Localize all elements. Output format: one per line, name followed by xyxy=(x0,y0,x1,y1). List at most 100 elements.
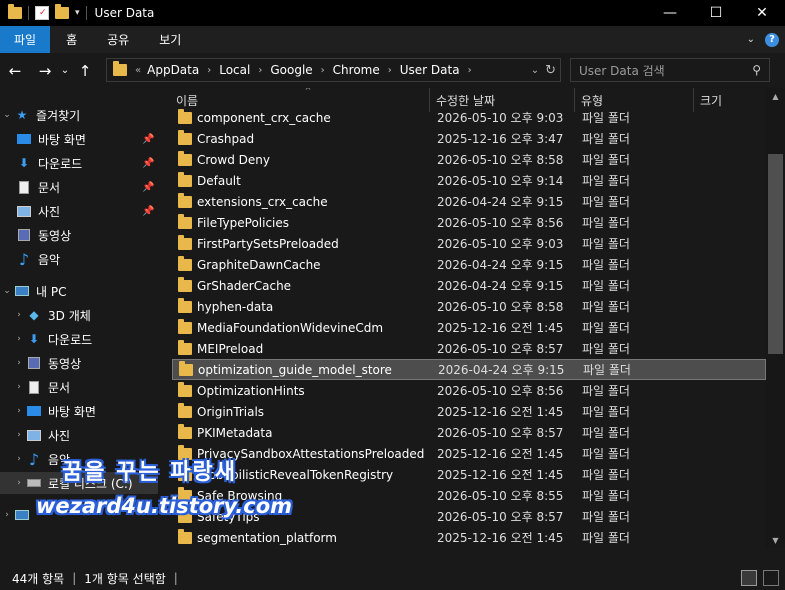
breadcrumb-chrome[interactable]: Chrome xyxy=(329,63,384,77)
file-type: 파일 폴더 xyxy=(582,216,630,230)
chevron-right-icon[interactable]: › xyxy=(464,65,476,76)
pin-icon[interactable]: 📌 xyxy=(142,182,154,193)
nav-pc-documents[interactable]: › 문서 xyxy=(12,376,70,398)
nav-documents[interactable]: 문서 xyxy=(16,176,60,198)
table-row[interactable]: segmentation_platform 2025-12-16 오전 1:45 파… xyxy=(172,527,766,548)
chevron-down-icon[interactable]: ⌄ xyxy=(0,286,14,296)
table-row[interactable]: FirstPartySetsPreloaded 2026-05-10 오후 9:0… xyxy=(172,233,766,254)
file-date: 2026-05-10 오후 8:58 xyxy=(437,153,564,167)
table-row[interactable]: GraphiteDawnCache 2026-04-24 오후 9:15 파일 폴더 xyxy=(172,254,766,275)
nav-pc-pictures[interactable]: › 사진 xyxy=(12,424,70,446)
back-icon[interactable]: ← xyxy=(4,60,26,82)
close-button[interactable]: ✕ xyxy=(739,0,785,26)
table-row[interactable]: hyphen-data 2026-05-10 오후 8:58 파일 폴더 xyxy=(172,296,766,317)
nav-3d-objects[interactable]: › ◆ 3D 개체 xyxy=(12,304,91,326)
customize-toolbar-icon[interactable]: ▾ xyxy=(75,8,80,18)
pin-icon[interactable]: 📌 xyxy=(142,206,154,217)
breadcrumb-local[interactable]: Local xyxy=(215,63,254,77)
tab-home[interactable]: 홈 xyxy=(50,26,93,53)
nav-desktop[interactable]: 바탕 화면 xyxy=(16,128,86,150)
overflow-crumb[interactable]: « xyxy=(133,65,143,76)
search-icon[interactable]: ⚲ xyxy=(752,63,761,77)
folder-icon xyxy=(178,108,192,124)
tab-view[interactable]: 보기 xyxy=(143,26,197,53)
breadcrumb-google[interactable]: Google xyxy=(266,63,316,77)
pin-icon[interactable]: 📌 xyxy=(142,158,154,169)
search-box[interactable]: User Data 검색 ⚲ xyxy=(570,58,770,82)
chevron-right-icon[interactable]: › xyxy=(12,478,26,488)
scroll-up-icon[interactable]: ▲ xyxy=(766,88,785,104)
chevron-right-icon[interactable]: › xyxy=(12,406,26,416)
nav-pc-downloads[interactable]: › ⬇ 다운로드 xyxy=(12,328,92,350)
file-type: 파일 폴더 xyxy=(582,132,630,146)
chevron-right-icon[interactable]: › xyxy=(203,65,215,76)
chevron-right-icon[interactable]: › xyxy=(12,382,26,392)
table-row[interactable]: MediaFoundationWidevineCdm 2025-12-16 오전 … xyxy=(172,317,766,338)
folder-icon xyxy=(178,150,192,166)
table-row[interactable]: MEIPreload 2026-05-10 오후 8:57 파일 폴더 xyxy=(172,338,766,359)
help-icon[interactable]: ? xyxy=(765,32,779,47)
chevron-down-icon[interactable]: ⌄ xyxy=(0,110,14,120)
recent-locations-icon[interactable]: ⌄ xyxy=(58,60,72,82)
minimize-button[interactable]: — xyxy=(647,0,693,26)
nav-music[interactable]: ♪ 음악 xyxy=(16,248,60,270)
file-type: 파일 폴더 xyxy=(582,426,630,440)
history-dropdown-icon[interactable]: ⌄ xyxy=(531,65,539,76)
new-folder-icon[interactable] xyxy=(55,4,69,19)
table-row[interactable]: GrShaderCache 2026-04-24 오후 9:15 파일 폴더 xyxy=(172,275,766,296)
chevron-right-icon[interactable]: › xyxy=(12,430,26,440)
properties-icon[interactable]: ✓ xyxy=(35,6,49,20)
nav-pictures[interactable]: 사진 xyxy=(16,200,60,222)
table-row[interactable]: PKIMetadata 2026-05-10 오후 8:57 파일 폴더 xyxy=(172,422,766,443)
table-row[interactable]: Crowd Deny 2026-05-10 오후 8:58 파일 폴더 xyxy=(172,149,766,170)
file-type: 파일 폴더 xyxy=(582,300,630,314)
chevron-right-icon[interactable]: › xyxy=(12,334,26,344)
scroll-down-icon[interactable]: ▼ xyxy=(766,532,785,548)
file-date: 2025-12-16 오전 1:45 xyxy=(437,531,564,545)
table-row[interactable]: optimization_guide_model_store 2026-04-24… xyxy=(172,359,766,380)
scroll-thumb[interactable] xyxy=(768,154,783,354)
file-date: 2026-04-24 오후 9:15 xyxy=(437,279,564,293)
tab-file[interactable]: 파일 xyxy=(0,26,51,53)
nav-pc-videos[interactable]: › 동영상 xyxy=(12,352,81,374)
vertical-scrollbar[interactable]: ▲ ▼ xyxy=(766,88,785,548)
sort-ascending-icon: ^ xyxy=(304,88,312,95)
nav-videos[interactable]: 동영상 xyxy=(16,224,71,246)
table-row[interactable]: extensions_crx_cache 2026-04-24 오후 9:15 파일… xyxy=(172,191,766,212)
table-row[interactable]: OriginTrials 2025-12-16 오전 1:45 파일 폴더 xyxy=(172,401,766,422)
document-icon xyxy=(26,380,42,394)
status-bar: 44개 항목 | 1개 항목 선택함 | xyxy=(0,566,785,590)
maximize-button[interactable]: ☐ xyxy=(693,0,739,26)
large-icons-view-icon[interactable] xyxy=(763,570,779,586)
up-icon[interactable]: ↑ xyxy=(74,60,96,82)
chevron-right-icon[interactable]: › xyxy=(317,65,329,76)
nav-quick-access[interactable]: ⌄ ★ 즐겨찾기 xyxy=(0,104,80,126)
chevron-right-icon[interactable]: › xyxy=(12,358,26,368)
table-row[interactable]: ProbabilisticRevealTokenRegistry 2025-12-… xyxy=(172,464,766,485)
nav-network[interactable]: › xyxy=(0,504,36,526)
address-bar[interactable]: « AppData › Local › Google › Chrome › Us… xyxy=(106,58,561,82)
chevron-right-icon[interactable]: › xyxy=(0,510,14,520)
refresh-icon[interactable]: ↻ xyxy=(545,63,556,78)
chevron-right-icon[interactable]: › xyxy=(384,65,396,76)
table-row[interactable]: FileTypePolicies 2026-05-10 오후 8:56 파일 폴더 xyxy=(172,212,766,233)
forward-icon[interactable]: → xyxy=(34,60,56,82)
expand-ribbon-icon[interactable]: ⌄ xyxy=(747,34,755,45)
table-row[interactable]: OptimizationHints 2026-05-10 오후 8:56 파일 폴더 xyxy=(172,380,766,401)
table-row[interactable]: Crashpad 2025-12-16 오후 3:47 파일 폴더 xyxy=(172,128,766,149)
chevron-right-icon[interactable]: › xyxy=(12,310,26,320)
pin-icon[interactable]: 📌 xyxy=(142,134,154,145)
breadcrumb-user-data[interactable]: User Data xyxy=(396,63,464,77)
table-row[interactable]: PrivacySandboxAttestationsPreloaded 2025-… xyxy=(172,443,766,464)
file-name: Default xyxy=(197,173,241,188)
table-row[interactable]: component_crx_cache 2026-05-10 오후 9:03 파일 … xyxy=(172,107,766,128)
chevron-right-icon[interactable]: › xyxy=(254,65,266,76)
nav-this-pc[interactable]: ⌄ 내 PC xyxy=(0,280,66,302)
tab-share[interactable]: 공유 xyxy=(93,26,143,53)
nav-downloads[interactable]: ⬇ 다운로드 xyxy=(16,152,82,174)
table-row[interactable]: Default 2026-05-10 오후 9:14 파일 폴더 xyxy=(172,170,766,191)
nav-pc-desktop[interactable]: › 바탕 화면 xyxy=(12,400,96,422)
details-view-icon[interactable] xyxy=(741,570,757,586)
chevron-right-icon[interactable]: › xyxy=(12,454,26,464)
breadcrumb-appdata[interactable]: AppData xyxy=(143,63,203,77)
